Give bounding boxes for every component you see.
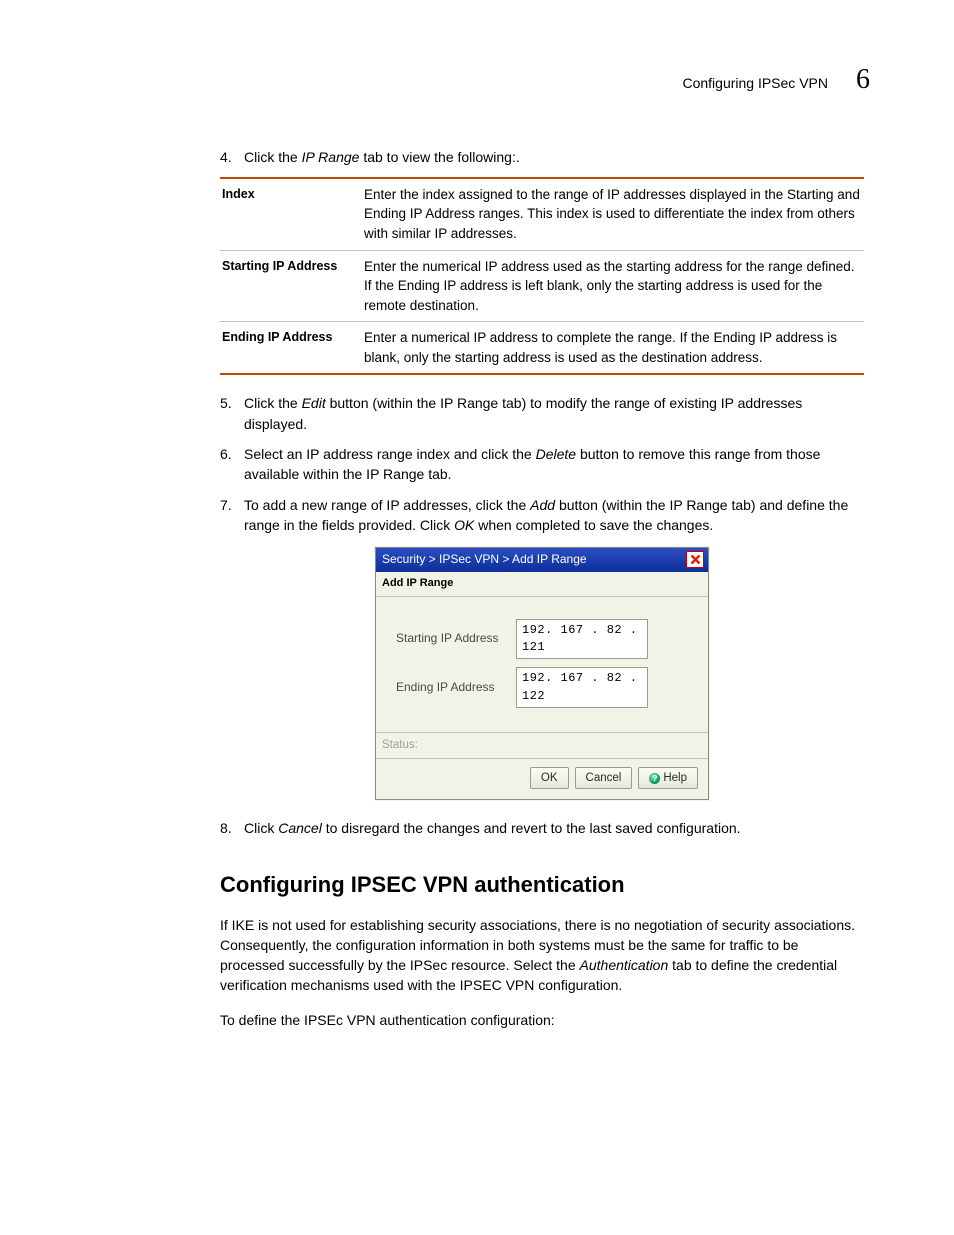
starting-ip-input[interactable]: 192. 167 . 82 . 121 (516, 619, 648, 660)
text: Click the (244, 395, 302, 411)
breadcrumb: Security > IPSec VPN > Add IP Range (382, 551, 587, 568)
page: Configuring IPSec VPN 6 4. Click the IP … (0, 0, 954, 1235)
page-header: Configuring IPSec VPN 6 (80, 60, 874, 101)
field-desc: Enter the numerical IP address used as t… (364, 257, 864, 316)
step-5: 5. Click the Edit button (within the IP … (220, 393, 864, 434)
dialog-body: Starting IP Address 192. 167 . 82 . 121 … (376, 597, 708, 733)
step-text: Click the Edit button (within the IP Ran… (244, 393, 864, 434)
em-text: Edit (302, 395, 326, 411)
section-paragraph-1: If IKE is not used for establishing secu… (220, 915, 864, 996)
content-area: 4. Click the IP Range tab to view the fo… (80, 147, 874, 1030)
step-number: 6. (220, 444, 244, 485)
field-name: Starting IP Address (220, 257, 364, 316)
close-icon[interactable] (686, 551, 704, 568)
ending-ip-input[interactable]: 192. 167 . 82 . 122 (516, 667, 648, 708)
step-text: To add a new range of IP addresses, clic… (244, 495, 864, 536)
step-number: 5. (220, 393, 244, 434)
table-row: Index Enter the index assigned to the ra… (220, 179, 864, 250)
em-text: IP Range (302, 149, 360, 165)
field-desc: Enter a numerical IP address to complete… (364, 328, 864, 367)
text: Click (244, 820, 278, 836)
ending-ip-label: Ending IP Address (390, 679, 516, 696)
dialog-buttons: OK Cancel ? Help (376, 759, 708, 800)
text: Click the (244, 149, 302, 165)
field-name: Ending IP Address (220, 328, 364, 367)
section-heading: Configuring IPSEC VPN authentication (220, 869, 864, 901)
step-text: Select an IP address range index and cli… (244, 444, 864, 485)
field-table: Index Enter the index assigned to the ra… (220, 177, 864, 376)
dialog-subhead: Add IP Range (376, 572, 708, 597)
starting-ip-label: Starting IP Address (390, 630, 516, 647)
em-text: Delete (536, 446, 576, 462)
step-4: 4. Click the IP Range tab to view the fo… (220, 147, 864, 167)
form-row-end-ip: Ending IP Address 192. 167 . 82 . 122 (390, 667, 694, 708)
step-number: 4. (220, 147, 244, 167)
dialog-figure: Security > IPSec VPN > Add IP Range Add … (220, 547, 864, 800)
status-label: Status: (376, 732, 708, 759)
text: button (within the IP Range tab) to modi… (244, 395, 802, 431)
ok-button[interactable]: OK (530, 767, 569, 790)
text: To add a new range of IP addresses, clic… (244, 497, 530, 513)
em-text: Authentication (580, 957, 669, 973)
section-paragraph-2: To define the IPSEc VPN authentication c… (220, 1010, 864, 1030)
step-text: Click the IP Range tab to view the follo… (244, 147, 864, 167)
step-number: 7. (220, 495, 244, 536)
help-button[interactable]: ? Help (638, 767, 698, 790)
step-6: 6. Select an IP address range index and … (220, 444, 864, 485)
text: tab to view the following:. (359, 149, 519, 165)
field-desc: Enter the index assigned to the range of… (364, 185, 864, 244)
field-name: Index (220, 185, 364, 244)
dialog-titlebar: Security > IPSec VPN > Add IP Range (376, 548, 708, 571)
cancel-button[interactable]: Cancel (575, 767, 633, 790)
em-text: Cancel (278, 820, 322, 836)
form-row-start-ip: Starting IP Address 192. 167 . 82 . 121 (390, 619, 694, 660)
text: Select an IP address range index and cli… (244, 446, 536, 462)
add-ip-range-dialog: Security > IPSec VPN > Add IP Range Add … (375, 547, 709, 800)
header-title: Configuring IPSec VPN (682, 73, 828, 93)
step-text: Click Cancel to disregard the changes an… (244, 818, 864, 838)
table-row: Ending IP Address Enter a numerical IP a… (220, 321, 864, 373)
chapter-number: 6 (856, 60, 870, 101)
step-number: 8. (220, 818, 244, 838)
step-7: 7. To add a new range of IP addresses, c… (220, 495, 864, 536)
help-button-label: Help (663, 770, 687, 787)
text: when completed to save the changes. (474, 517, 713, 533)
em-text: OK (454, 517, 474, 533)
help-icon: ? (649, 773, 660, 784)
text: to disregard the changes and revert to t… (322, 820, 741, 836)
em-text: Add (530, 497, 555, 513)
table-row: Starting IP Address Enter the numerical … (220, 250, 864, 322)
step-8: 8. Click Cancel to disregard the changes… (220, 818, 864, 838)
